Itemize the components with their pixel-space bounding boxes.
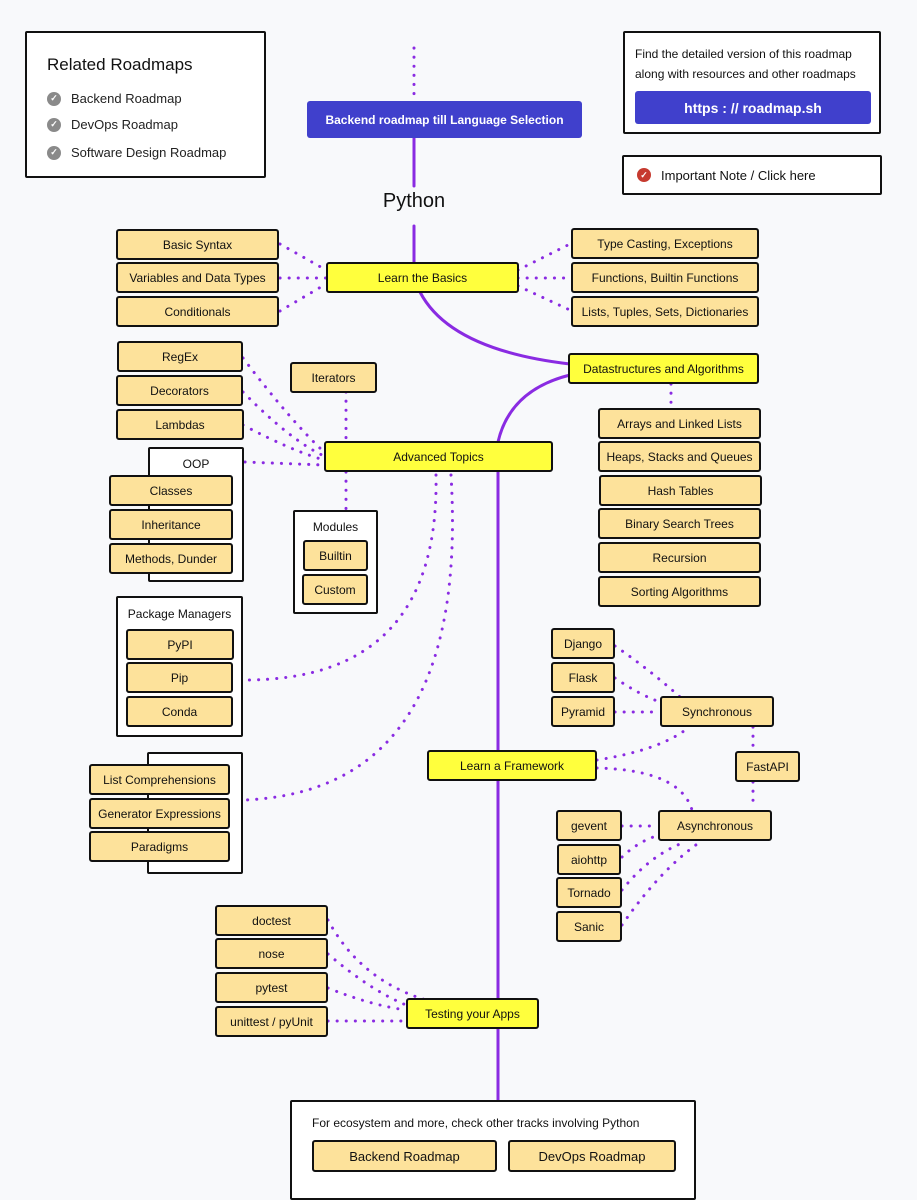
main-line-dsa-advanced	[496, 373, 572, 444]
learn-framework-node[interactable]: Learn a Framework	[427, 750, 597, 781]
topic-inheritance[interactable]: Inheritance	[109, 509, 233, 540]
topic-builtin[interactable]: Builtin	[303, 540, 368, 571]
oop-title: OOP	[182, 457, 210, 471]
page-title: Python	[382, 190, 446, 212]
topic-conditionals[interactable]: Conditionals	[116, 296, 279, 327]
topic-aiohttp[interactable]: aiohttp	[557, 844, 621, 875]
important-note-button[interactable]: ✓ Important Note / Click here	[622, 155, 882, 195]
topic-iterators[interactable]: Iterators	[290, 362, 377, 393]
learn-basics-node[interactable]: Learn the Basics	[326, 262, 519, 293]
topic-methods-dunder[interactable]: Methods, Dunder	[109, 543, 233, 574]
topic-hash-tables[interactable]: Hash Tables	[599, 475, 762, 506]
related-roadmaps-panel: Related Roadmaps ✓ Backend Roadmap ✓ Dev…	[25, 31, 266, 178]
topic-nose[interactable]: nose	[215, 938, 328, 969]
promo-text-line1: Find the detailed version of this roadma…	[635, 47, 852, 61]
topic-heaps[interactable]: Heaps, Stacks and Queues	[598, 441, 761, 472]
related-roadmaps-heading: Related Roadmaps	[47, 55, 193, 74]
topic-arrays[interactable]: Arrays and Linked Lists	[598, 408, 761, 439]
topic-decorators[interactable]: Decorators	[116, 375, 243, 406]
dsa-node[interactable]: Datastructures and Algorithms	[568, 353, 759, 384]
check-circle-icon: ✓	[637, 168, 651, 182]
topic-functions[interactable]: Functions, Builtin Functions	[571, 262, 759, 293]
synchronous-node[interactable]: Synchronous	[660, 696, 774, 727]
topic-pytest[interactable]: pytest	[215, 972, 328, 1003]
topic-list-comprehensions[interactable]: List Comprehensions	[89, 764, 230, 795]
topic-paradigms[interactable]: Paradigms	[89, 831, 230, 862]
topic-flask[interactable]: Flask	[551, 662, 615, 693]
testing-node[interactable]: Testing your Apps	[406, 998, 539, 1029]
topic-classes[interactable]: Classes	[109, 475, 233, 506]
backend-roadmap-button[interactable]: Backend roadmap till Language Selection	[307, 101, 582, 138]
related-item-devops[interactable]: ✓ DevOps Roadmap	[47, 117, 178, 132]
asynchronous-node[interactable]: Asynchronous	[658, 810, 772, 841]
promo-panel: Find the detailed version of this roadma…	[623, 31, 881, 134]
topic-pyramid[interactable]: Pyramid	[551, 696, 615, 727]
topic-tornado[interactable]: Tornado	[556, 877, 622, 908]
check-circle-icon: ✓	[47, 117, 61, 132]
roadmap-sh-link[interactable]: https : // roadmap.sh	[635, 91, 871, 124]
topic-sanic[interactable]: Sanic	[556, 911, 622, 942]
topic-recursion[interactable]: Recursion	[598, 542, 761, 573]
modules-title: Modules	[312, 520, 359, 534]
check-circle-icon: ✓	[47, 91, 61, 106]
topic-basic-syntax[interactable]: Basic Syntax	[116, 229, 279, 260]
topic-gevent[interactable]: gevent	[556, 810, 622, 841]
advanced-topics-node[interactable]: Advanced Topics	[324, 441, 553, 472]
topic-lambdas[interactable]: Lambdas	[116, 409, 244, 440]
topic-bst[interactable]: Binary Search Trees	[598, 508, 761, 539]
footer-backend-roadmap-button[interactable]: Backend Roadmap	[312, 1140, 497, 1172]
topic-pypi[interactable]: PyPI	[126, 629, 234, 660]
package-managers-title: Package Managers	[127, 607, 232, 621]
main-line-basics-dsa	[418, 290, 572, 366]
topic-django[interactable]: Django	[551, 628, 615, 659]
promo-text-line2: along with resources and other roadmaps	[635, 67, 856, 81]
topic-conda[interactable]: Conda	[126, 696, 233, 727]
topic-custom[interactable]: Custom	[302, 574, 368, 605]
related-item-software-design[interactable]: ✓ Software Design Roadmap	[47, 145, 226, 160]
topic-type-casting[interactable]: Type Casting, Exceptions	[571, 228, 759, 259]
footer-panel: For ecosystem and more, check other trac…	[290, 1100, 696, 1200]
topic-unittest[interactable]: unittest / pyUnit	[215, 1006, 328, 1037]
footer-devops-roadmap-button[interactable]: DevOps Roadmap	[508, 1140, 676, 1172]
topic-sorting[interactable]: Sorting Algorithms	[598, 576, 761, 607]
topic-regex[interactable]: RegEx	[117, 341, 243, 372]
topic-generator-expressions[interactable]: Generator Expressions	[89, 798, 230, 829]
topic-variables[interactable]: Variables and Data Types	[116, 262, 279, 293]
footer-text: For ecosystem and more, check other trac…	[312, 1116, 640, 1130]
related-item-backend[interactable]: ✓ Backend Roadmap	[47, 91, 182, 106]
topic-fastapi[interactable]: FastAPI	[735, 751, 800, 782]
topic-lists-tuples[interactable]: Lists, Tuples, Sets, Dictionaries	[571, 296, 759, 327]
check-circle-icon: ✓	[47, 145, 61, 160]
topic-pip[interactable]: Pip	[126, 662, 233, 693]
topic-doctest[interactable]: doctest	[215, 905, 328, 936]
